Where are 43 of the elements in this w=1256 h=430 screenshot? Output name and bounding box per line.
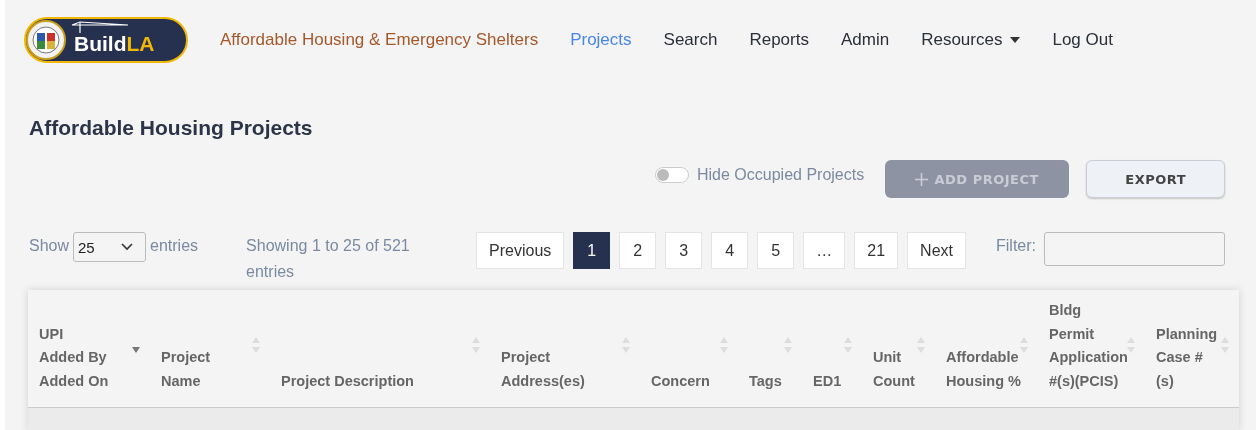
entries-label: entries xyxy=(150,236,199,256)
page-button[interactable]: 3 xyxy=(665,232,703,269)
toggle-switch[interactable] xyxy=(655,167,689,183)
column-header[interactable]: Planning Case # (s) xyxy=(1156,322,1218,393)
column-header[interactable]: Unit Count xyxy=(873,346,915,393)
nav-link[interactable]: Resources xyxy=(921,30,1021,50)
page-button[interactable]: 21 xyxy=(854,232,899,269)
filter-label: Filter: xyxy=(996,236,1036,256)
chevron-down-icon xyxy=(121,243,134,251)
seal-icon xyxy=(26,20,66,60)
page-button[interactable]: 5 xyxy=(757,232,795,269)
page-title: Affordable Housing Projects xyxy=(29,116,314,140)
column-header[interactable]: Bldg Permit Application #(s)(PCIS) xyxy=(1049,299,1128,393)
crane-icon xyxy=(70,21,130,33)
page-button[interactable]: 2 xyxy=(619,232,657,269)
nav-link[interactable]: Search xyxy=(663,30,718,50)
column-header[interactable]: Project Address(es) xyxy=(501,346,585,393)
column-header[interactable]: Affordable Housing % xyxy=(946,346,1021,393)
nav-link[interactable]: Reports xyxy=(749,30,809,50)
page-button[interactable]: … xyxy=(803,232,846,269)
nav-link[interactable]: Log Out xyxy=(1052,30,1113,50)
filter-field[interactable] xyxy=(1044,232,1225,266)
entries-select[interactable]: 25 xyxy=(73,232,147,262)
page-button[interactable]: Previous xyxy=(476,232,565,269)
buildla-logo[interactable]: BuildLA xyxy=(24,17,188,63)
column-header[interactable]: ED1 xyxy=(813,369,842,393)
showing-info: Showing 1 to 25 of 521 entries xyxy=(246,236,411,282)
column-header[interactable]: Project Name xyxy=(161,346,211,393)
column-header[interactable]: Project Description xyxy=(281,369,414,393)
column-header[interactable]: UPI Added By Added On xyxy=(39,322,109,393)
show-label: Show xyxy=(29,236,70,256)
page-button[interactable]: 4 xyxy=(711,232,749,269)
column-header[interactable]: Tags xyxy=(749,369,782,393)
logo-text: BuildLA xyxy=(74,32,155,56)
export-button[interactable]: EXPORT xyxy=(1086,160,1226,198)
brand-link[interactable]: Affordable Housing & Emergency Shelters xyxy=(220,30,539,50)
caret-icon xyxy=(1010,37,1021,43)
page-button[interactable]: 1 xyxy=(573,232,611,269)
nav-link[interactable]: Admin xyxy=(840,30,890,50)
page-button[interactable]: Next xyxy=(907,232,966,269)
toggle-label: Hide Occupied Projects xyxy=(697,166,865,184)
plus-icon xyxy=(915,172,929,186)
column-header[interactable]: Concern xyxy=(651,369,710,393)
